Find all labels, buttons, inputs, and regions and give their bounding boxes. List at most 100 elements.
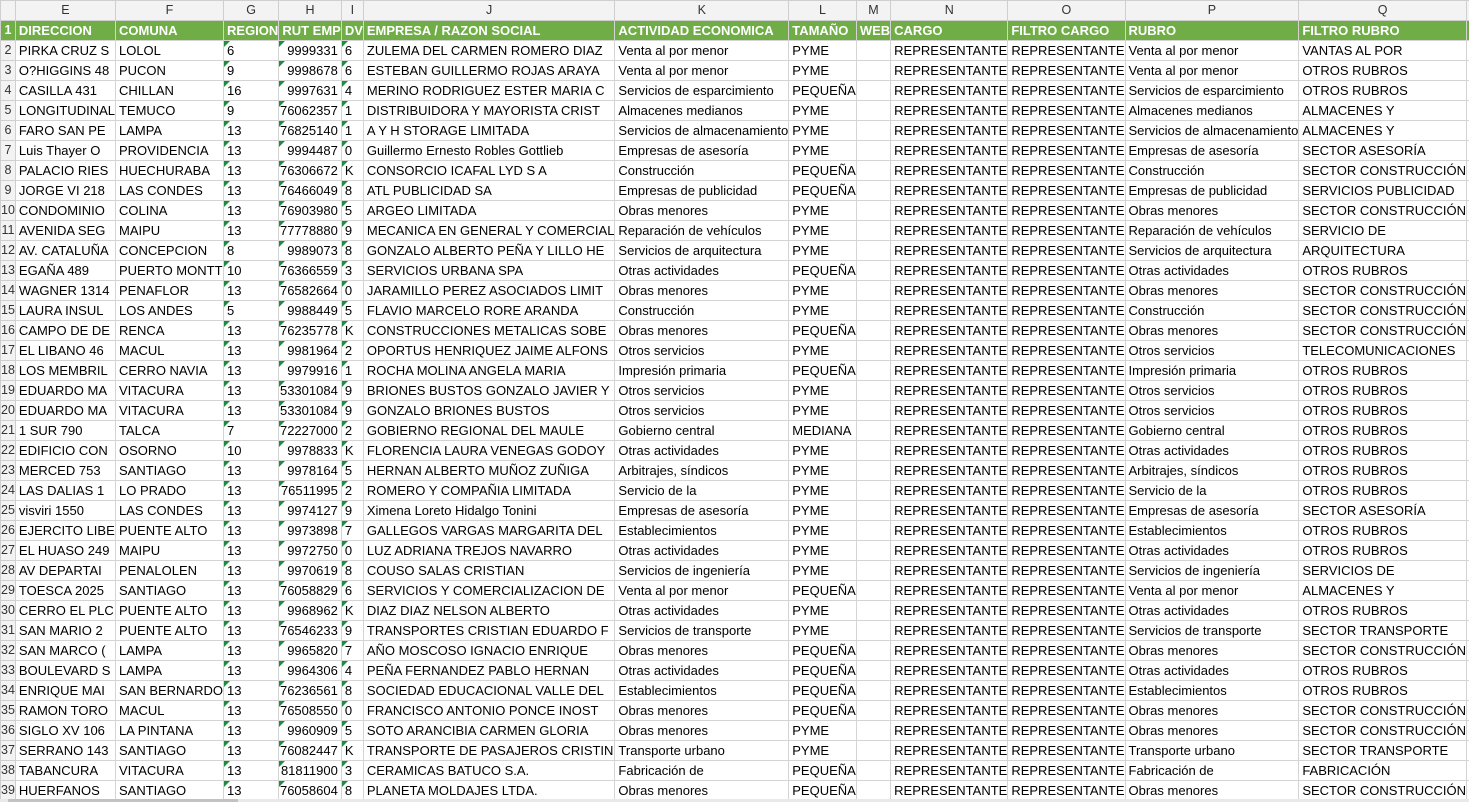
cell[interactable]: PEÑA FERNANDEZ PABLO HERNAN (362, 660, 616, 681)
cell[interactable] (855, 280, 892, 301)
cell[interactable]: 76082447 (278, 740, 342, 761)
cell[interactable]: 9981964 (278, 340, 342, 361)
cell[interactable]: 76235778 (278, 320, 342, 341)
row-number[interactable]: 12 (0, 240, 16, 261)
cell[interactable]: Establecimientos (614, 520, 790, 541)
cell[interactable]: K (340, 160, 364, 181)
cell[interactable]: PEQUEÑA (788, 640, 857, 661)
select-all-corner[interactable] (0, 0, 16, 21)
row-number[interactable]: 18 (0, 360, 16, 381)
cell[interactable]: 13 (223, 320, 280, 341)
cell[interactable]: REPRESENTANTE (1007, 620, 1126, 641)
cell[interactable]: REPRESENTANTE (890, 400, 1009, 421)
cell[interactable]: SOCIEDAD EDUCACIONAL VALLE DEL (362, 680, 616, 701)
cell[interactable]: Servicios de almacenamiento (1124, 120, 1300, 141)
cell[interactable]: Establecimientos (614, 680, 790, 701)
cell[interactable]: Empresas de asesoría (1124, 140, 1300, 161)
cell[interactable]: CERAMICAS BATUCO S.A. (362, 760, 616, 781)
cell[interactable]: PEQUEÑA (788, 260, 857, 281)
cell[interactable]: 13 (223, 760, 280, 781)
cell[interactable]: BOULEVARD S (14, 660, 116, 681)
cell[interactable]: OTROS RUBROS (1298, 400, 1468, 421)
cell[interactable]: MAIPU (114, 220, 225, 241)
cell[interactable]: LUZ ADRIANA TREJOS NAVARRO (362, 540, 616, 561)
cell[interactable]: REPRESENTANTE (1007, 360, 1126, 381)
cell[interactable]: A Y H STORAGE LIMITADA (362, 120, 616, 141)
cell[interactable]: SERVICIOS URBANA SPA (362, 260, 616, 281)
cell[interactable]: Gobierno central (614, 420, 790, 441)
cell[interactable]: Otros servicios (1124, 400, 1300, 421)
cell[interactable]: PEQUEÑA (788, 680, 857, 701)
cell[interactable]: REPRESENTANTE (890, 740, 1009, 761)
cell[interactable]: 13 (223, 580, 280, 601)
cell[interactable]: 76825140 (278, 120, 342, 141)
cell[interactable]: Empresas de publicidad (614, 180, 790, 201)
cell[interactable]: REPRESENTANTE (890, 760, 1009, 781)
cell[interactable] (855, 520, 892, 541)
cell[interactable] (855, 320, 892, 341)
cell[interactable]: REPRESENTANTE (890, 140, 1009, 161)
row-number[interactable]: 5 (0, 100, 16, 121)
header-cell[interactable]: RUBRO (1124, 20, 1300, 41)
header-cell[interactable]: FILTRO RUBRO (1298, 20, 1468, 41)
cell[interactable]: REPRESENTANTE (890, 360, 1009, 381)
cell[interactable]: SECTOR CONSTRUCCIÓN (1298, 720, 1468, 741)
cell[interactable]: Servicios de esparcimiento (1124, 80, 1300, 101)
cell[interactable]: ATL PUBLICIDAD SA (362, 180, 616, 201)
header-cell[interactable]: DIRECCION (14, 20, 116, 41)
cell[interactable]: OTROS RUBROS (1298, 460, 1468, 481)
cell[interactable]: 13 (223, 740, 280, 761)
cell[interactable]: 13 (223, 280, 280, 301)
cell[interactable]: 1 (340, 120, 364, 141)
cell[interactable]: 13 (223, 560, 280, 581)
cell[interactable]: Obras menores (1124, 320, 1300, 341)
cell[interactable]: 13 (223, 700, 280, 721)
cell[interactable]: FRANCISCO ANTONIO PONCE INOST (362, 700, 616, 721)
cell[interactable]: 13 (223, 380, 280, 401)
cell[interactable]: PEQUEÑA (788, 360, 857, 381)
cell[interactable]: PEQUEÑA (788, 660, 857, 681)
cell[interactable]: 4 (340, 660, 364, 681)
cell[interactable]: PUENTE ALTO (114, 600, 225, 621)
cell[interactable] (855, 160, 892, 181)
cell[interactable] (855, 640, 892, 661)
cell[interactable] (855, 400, 892, 421)
header-cell[interactable]: RUT EMP (278, 20, 342, 41)
cell[interactable]: 13 (223, 460, 280, 481)
row-number[interactable]: 22 (0, 440, 16, 461)
cell[interactable]: FARO SAN PE (14, 120, 116, 141)
cell[interactable]: SAN MARCO ( (14, 640, 116, 661)
cell[interactable]: Empresas de asesoría (1124, 500, 1300, 521)
cell[interactable]: REPRESENTANTE (1007, 580, 1126, 601)
cell[interactable]: REPRESENTANTE (1007, 140, 1126, 161)
cell[interactable]: Ximena Loreto Hidalgo Tonini (362, 500, 616, 521)
cell[interactable]: CONDOMINIO (14, 200, 116, 221)
cell[interactable]: PUERTO MONTT (114, 260, 225, 281)
cell[interactable]: Venta al por menor (614, 60, 790, 81)
cell[interactable]: REPRESENTANTE (1007, 180, 1126, 201)
cell[interactable]: 76062357 (278, 100, 342, 121)
cell[interactable]: ALMACENES Y (1298, 580, 1468, 601)
cell[interactable]: REPRESENTANTE (890, 160, 1009, 181)
cell[interactable]: O?HIGGINS 48 (14, 60, 116, 81)
cell[interactable]: Otras actividades (614, 660, 790, 681)
cell[interactable]: 0 (340, 700, 364, 721)
cell[interactable]: 13 (223, 180, 280, 201)
cell[interactable]: PYME (788, 40, 857, 61)
cell[interactable]: Empresas de asesoría (614, 500, 790, 521)
cell[interactable]: 13 (223, 660, 280, 681)
cell[interactable]: OTROS RUBROS (1298, 420, 1468, 441)
column-letter-q[interactable]: Q (1298, 0, 1468, 21)
cell[interactable]: 5 (223, 300, 280, 321)
cell[interactable]: 13 (223, 540, 280, 561)
row-number[interactable]: 20 (0, 400, 16, 421)
cell[interactable]: REPRESENTANTE (1007, 420, 1126, 441)
cell[interactable]: 76366559 (278, 260, 342, 281)
cell[interactable]: 6 (340, 40, 364, 61)
cell[interactable]: 13 (223, 720, 280, 741)
cell[interactable]: Otros servicios (1124, 340, 1300, 361)
cell[interactable]: 9994487 (278, 140, 342, 161)
cell[interactable]: Obras menores (1124, 640, 1300, 661)
cell[interactable]: REPRESENTANTE (1007, 80, 1126, 101)
cell[interactable]: 10 (223, 260, 280, 281)
